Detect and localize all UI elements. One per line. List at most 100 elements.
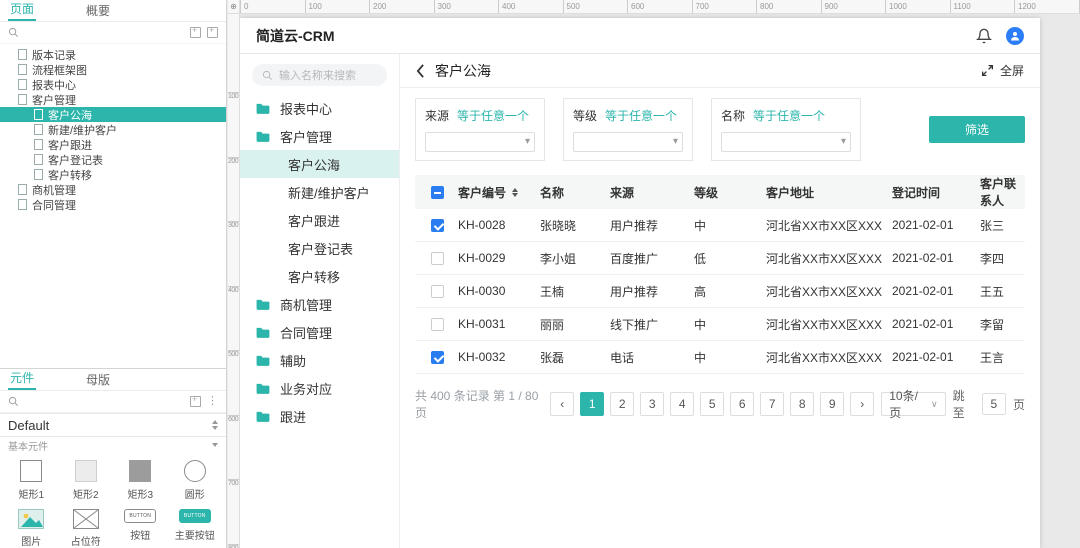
jump-page-input[interactable]: 5 <box>982 393 1006 415</box>
app-nav-label: 客户公海 <box>288 155 340 174</box>
app-nav-item[interactable]: 辅助 <box>240 346 399 374</box>
tree-item-label: 客户管理 <box>32 92 76 108</box>
page-button[interactable]: 4 <box>670 392 694 416</box>
widget-label: 主要按钮 <box>175 527 215 542</box>
page-button[interactable]: 8 <box>790 392 814 416</box>
filter-value-select[interactable]: ▾ <box>721 132 851 152</box>
widget[interactable]: 圆形 <box>168 455 223 504</box>
widget[interactable]: 矩形2 <box>59 455 114 504</box>
app-nav-label: 辅助 <box>280 351 306 370</box>
row-checkbox[interactable] <box>431 219 444 232</box>
page-button[interactable]: › <box>850 392 874 416</box>
filter-value-select[interactable]: ▾ <box>573 132 683 152</box>
panel-tab[interactable]: 元件 <box>8 366 36 390</box>
fullscreen-button[interactable]: 全屏 <box>981 62 1024 79</box>
tree-item[interactable]: 版本记录 <box>0 47 226 62</box>
app-nav-item[interactable]: 业务对应 <box>240 374 399 402</box>
search-icon[interactable] <box>8 27 19 38</box>
page-size-select[interactable]: 10条/页 ∨ <box>881 392 945 416</box>
add-page-icon[interactable] <box>190 27 201 38</box>
app-sidebar: 输入名称来搜索 报表中心 客户管理 <box>240 54 400 548</box>
widget[interactable]: 图片 <box>4 504 59 548</box>
app-nav-item[interactable]: 客户管理 <box>240 122 399 150</box>
ruler-origin[interactable]: ⊕ <box>228 0 240 14</box>
page-button[interactable]: 6 <box>730 392 754 416</box>
add-folder-icon[interactable] <box>207 27 218 38</box>
app-nav-item[interactable]: 客户转移 <box>240 262 399 290</box>
table-row[interactable]: KH-0031 丽丽 线下推广 中 河北省XX市XX区XXX 2021-02-0… <box>415 308 1025 341</box>
panel-tab[interactable]: 页面 <box>8 0 36 21</box>
page-button[interactable]: 1 <box>580 392 604 416</box>
filter-value-select[interactable]: ▾ <box>425 132 535 152</box>
ruler-tick-label: 100 <box>228 92 239 157</box>
widget[interactable]: BUTTON 按钮 <box>113 504 168 548</box>
more-icon[interactable]: ⋮ <box>207 396 218 407</box>
bell-icon[interactable] <box>976 28 992 44</box>
widget-section-header[interactable]: 基本元件 <box>0 437 226 453</box>
filter-button[interactable]: 筛选 <box>929 116 1025 143</box>
page-button[interactable]: 3 <box>640 392 664 416</box>
library-name: Default <box>8 418 49 433</box>
search-icon[interactable] <box>8 396 19 407</box>
widget-grid: 矩形1 矩形2 矩形3 <box>0 453 226 548</box>
table-row[interactable]: KH-0028 张晓晓 用户推荐 中 河北省XX市XX区XXX 2021-02-… <box>415 209 1025 242</box>
row-checkbox[interactable] <box>431 318 444 331</box>
widget[interactable]: 矩形1 <box>4 455 59 504</box>
column-label: 客户编号 <box>458 184 506 201</box>
tree-item[interactable]: 商机管理 <box>0 182 226 197</box>
tree-item[interactable]: 报表中心 <box>0 77 226 92</box>
tree-item[interactable]: 新建/维护客户 <box>0 122 226 137</box>
app-search-input[interactable]: 输入名称来搜索 <box>252 64 387 86</box>
row-checkbox[interactable] <box>431 252 444 265</box>
table-row[interactable]: KH-0032 张磊 电话 中 河北省XX市XX区XXX 2021-02-01 … <box>415 341 1025 374</box>
app-nav-item[interactable]: 报表中心 <box>240 94 399 122</box>
filter-operator[interactable]: 等于任意一个 <box>457 107 529 124</box>
tree-item[interactable]: 客户转移 <box>0 167 226 182</box>
widget[interactable]: 矩形3 <box>113 455 168 504</box>
column-header: 等级 <box>694 184 766 201</box>
jump-label: 跳至 <box>953 387 975 421</box>
library-select[interactable]: Default <box>0 413 226 437</box>
app-nav-label: 新建/维护客户 <box>288 183 370 202</box>
app-nav-item[interactable]: 新建/维护客户 <box>240 178 399 206</box>
tree-item[interactable]: 合同管理 <box>0 197 226 212</box>
app-nav-item[interactable]: 跟进 <box>240 402 399 430</box>
row-checkbox[interactable] <box>431 351 444 364</box>
app-nav-item[interactable]: 合同管理 <box>240 318 399 346</box>
sort-icon[interactable] <box>512 188 518 197</box>
tree-item[interactable]: 客户管理 <box>0 92 226 107</box>
table-row[interactable]: KH-0029 李小姐 百度推广 低 河北省XX市XX区XXX 2021-02-… <box>415 242 1025 275</box>
page-button[interactable]: 7 <box>760 392 784 416</box>
page-button[interactable]: 9 <box>820 392 844 416</box>
panel-tab[interactable]: 母版 <box>84 368 112 390</box>
add-library-icon[interactable] <box>190 396 201 407</box>
app-nav-item[interactable]: 客户登记表 <box>240 234 399 262</box>
chevron-down-icon: ▾ <box>525 135 530 149</box>
page-button[interactable]: ‹ <box>550 392 574 416</box>
tree-item[interactable]: 客户跟进 <box>0 137 226 152</box>
app-nav-item[interactable]: 客户公海 <box>240 150 399 178</box>
widget[interactable]: BUTTON 主要按钮 <box>168 504 223 548</box>
tree-item[interactable]: 客户登记表 <box>0 152 226 167</box>
app-nav-label: 客户跟进 <box>288 211 340 230</box>
tree-item[interactable]: 流程框架图 <box>0 62 226 77</box>
select-all-checkbox[interactable] <box>431 186 444 199</box>
filter-operator[interactable]: 等于任意一个 <box>753 107 825 124</box>
user-avatar[interactable] <box>1006 27 1024 45</box>
app-nav-item[interactable]: 商机管理 <box>240 290 399 318</box>
widget[interactable]: 占位符 <box>59 504 114 548</box>
chevron-updown-icon <box>212 420 218 430</box>
column-header: 登记时间 <box>892 184 980 201</box>
page-button[interactable]: 5 <box>700 392 724 416</box>
filter-operator[interactable]: 等于任意一个 <box>605 107 677 124</box>
row-checkbox[interactable] <box>431 285 444 298</box>
app-nav-item[interactable]: 客户跟进 <box>240 206 399 234</box>
widget-icon <box>129 460 151 482</box>
back-icon[interactable] <box>416 64 425 78</box>
filter-box: 等级 等于任意一个 ▾ <box>563 98 693 161</box>
page-button[interactable]: 2 <box>610 392 634 416</box>
tree-item[interactable]: 客户公海 <box>0 107 226 122</box>
table-row[interactable]: KH-0030 王楠 用户推荐 高 河北省XX市XX区XXX 2021-02-0… <box>415 275 1025 308</box>
ruler-tick-label: 700 <box>228 479 239 544</box>
panel-tab[interactable]: 概要 <box>84 0 112 21</box>
